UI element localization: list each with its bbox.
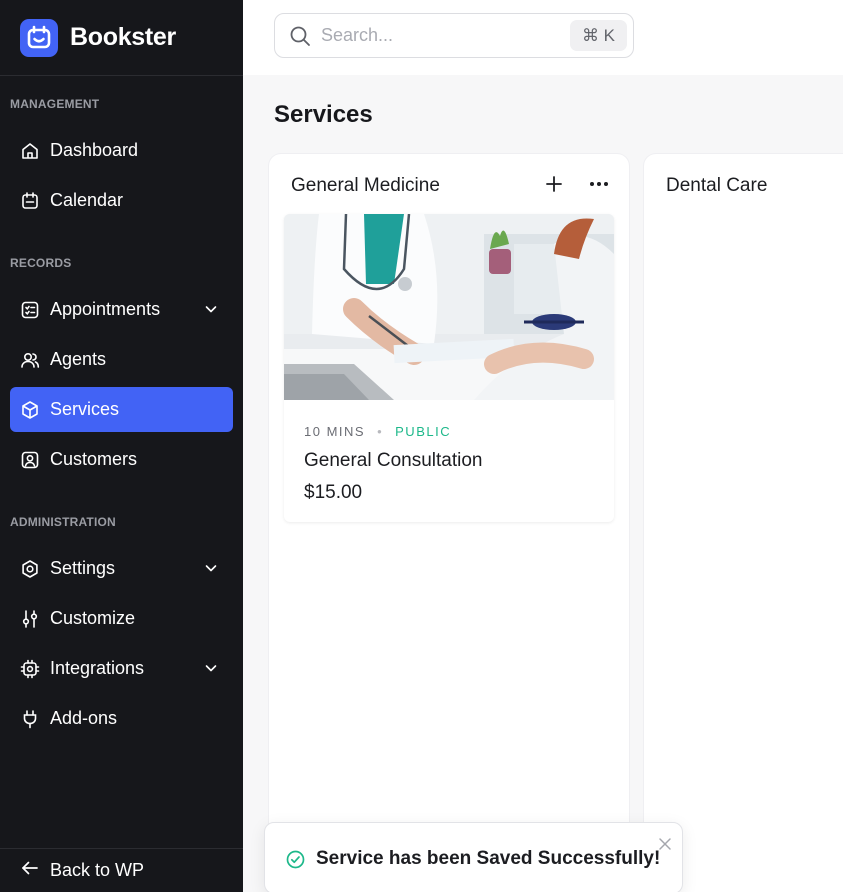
separator-dot: •: [377, 424, 384, 439]
gear-icon: [20, 559, 40, 579]
calendar-icon: [20, 191, 40, 211]
sliders-icon: [20, 609, 40, 629]
service-image: [284, 214, 614, 400]
chip-icon: [20, 659, 40, 679]
section-label-administration: ADMINISTRATION: [10, 515, 116, 529]
sidebar-item-services[interactable]: Services: [10, 387, 233, 432]
user-card-icon: [20, 450, 40, 470]
close-icon[interactable]: [658, 837, 672, 851]
service-visibility-badge: PUBLIC: [395, 424, 452, 439]
category-title: Dental Care: [666, 175, 768, 196]
sidebar-item-add-ons[interactable]: Add-ons: [10, 696, 233, 741]
search-input[interactable]: [321, 25, 561, 46]
sidebar-item-label: Appointments: [50, 299, 161, 319]
checklist-icon: [20, 300, 40, 320]
section-label-records: RECORDS: [10, 256, 72, 270]
more-options-button[interactable]: [587, 173, 611, 195]
sidebar-item-label: Agents: [50, 349, 107, 369]
sidebar-item-dashboard[interactable]: Dashboard: [10, 128, 233, 173]
arrow-left-icon: [20, 858, 40, 883]
sidebar-item-label: Calendar: [50, 190, 124, 210]
service-category-column: General Medicine 10 MINS • PUBLIC Genera…: [269, 154, 629, 892]
sidebar-item-label: Customers: [50, 449, 138, 469]
sidebar-item-agents[interactable]: Agents: [10, 337, 233, 382]
search-shortcut-badge: ⌘ K: [569, 20, 627, 51]
sidebar-item-calendar[interactable]: Calendar: [10, 178, 233, 223]
sidebar-item-label: Customize: [50, 608, 136, 628]
sidebar-item-settings[interactable]: Settings: [10, 546, 233, 591]
success-toast: Service has been Saved Successfully!: [264, 822, 683, 892]
sidebar-item-integrations[interactable]: Integrations: [10, 646, 233, 691]
service-name: General Consultation: [304, 450, 483, 471]
category-title: General Medicine: [291, 175, 440, 196]
sidebar-item-label: Settings: [50, 558, 116, 578]
service-category-column: Dental Care: [644, 154, 843, 892]
service-price: $15.00: [304, 482, 363, 503]
service-meta: 10 MINS • PUBLIC: [304, 424, 451, 439]
sidebar-item-label: Services: [50, 399, 120, 419]
box-icon: [20, 400, 40, 420]
sidebar-item-appointments[interactable]: Appointments: [10, 287, 233, 332]
users-icon: [20, 350, 40, 370]
brand[interactable]: Bookster: [0, 0, 243, 76]
sidebar-item-label: Dashboard: [50, 140, 139, 160]
toast-message: Service has been Saved Successfully!: [316, 848, 661, 869]
topbar: ⌘ K: [243, 0, 843, 75]
search-box[interactable]: ⌘ K: [274, 13, 634, 58]
brand-name: Bookster: [70, 23, 176, 51]
sidebar-item-customers[interactable]: Customers: [10, 437, 233, 482]
home-icon: [20, 141, 40, 161]
chevron-down-icon[interactable]: [203, 660, 219, 676]
section-label-management: MANAGEMENT: [10, 97, 100, 111]
brand-logo-icon: [20, 18, 58, 57]
sidebar-item-label: Integrations: [50, 658, 145, 678]
search-icon: [289, 25, 311, 47]
service-card[interactable]: 10 MINS • PUBLIC General Consultation $1…: [284, 214, 614, 522]
sidebar-item-customize[interactable]: Customize: [10, 596, 233, 641]
page-title: Services: [274, 101, 373, 128]
back-to-wp-link[interactable]: Back to WP: [0, 848, 243, 892]
service-duration: 10 MINS: [304, 424, 366, 439]
add-service-button[interactable]: [543, 173, 565, 195]
check-circle-icon: [286, 850, 305, 869]
back-to-wp-label: Back to WP: [50, 860, 145, 880]
chevron-down-icon[interactable]: [203, 560, 219, 576]
plug-icon: [20, 709, 40, 729]
sidebar: Bookster MANAGEMENT Dashboard Calendar R…: [0, 0, 243, 892]
chevron-down-icon[interactable]: [203, 301, 219, 317]
sidebar-item-label: Add-ons: [50, 708, 118, 728]
